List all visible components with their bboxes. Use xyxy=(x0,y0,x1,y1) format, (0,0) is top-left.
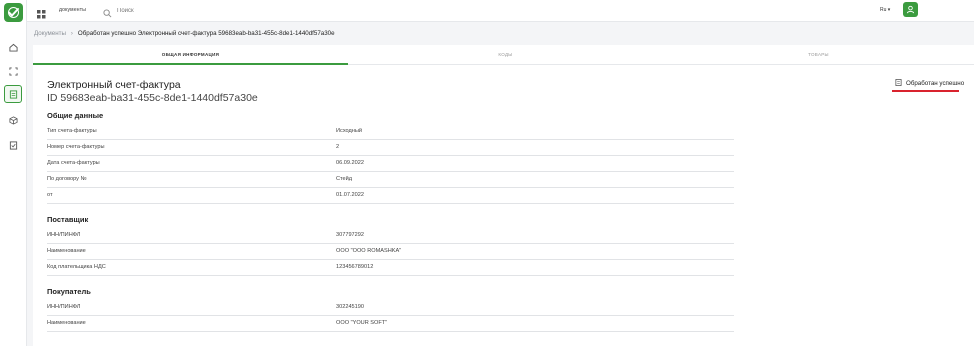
table-row: По договору № Стейд xyxy=(47,172,734,188)
tab-goods[interactable]: товары xyxy=(663,52,974,57)
document-status-icon xyxy=(895,79,902,88)
section-title-general: Общие данные xyxy=(47,111,104,120)
status-underline xyxy=(892,90,959,92)
language-selector[interactable]: Ru ▾ xyxy=(880,7,890,13)
box-icon[interactable] xyxy=(6,113,20,127)
search-icon[interactable] xyxy=(103,5,113,18)
app: документы Ru ▾ Документы › Обработан усп… xyxy=(0,0,974,346)
field-value: 302245190 xyxy=(336,304,364,310)
breadcrumb: Документы › Обработан успешно Электронны… xyxy=(34,30,335,37)
field-value: Стейд xyxy=(336,176,353,182)
table-row: Наименование ООО "ООО ROMASHKA" xyxy=(47,244,734,260)
active-tab-indicator xyxy=(33,63,348,65)
documents-nav-link[interactable]: документы xyxy=(59,7,86,13)
chevron-right-icon: › xyxy=(70,30,73,37)
logo-icon[interactable] xyxy=(4,3,23,22)
status-badge: Обработан успешно xyxy=(895,79,964,88)
field-label: По договору № xyxy=(47,176,87,182)
home-icon[interactable] xyxy=(6,40,20,54)
field-label: ИНН/ПИНФЛ xyxy=(47,232,81,238)
documents-icon[interactable] xyxy=(4,85,22,103)
document-title: Электронный счет-фактура xyxy=(47,79,181,91)
tab-bar: общая информация коды товары xyxy=(33,45,974,65)
field-value: 123456789012 xyxy=(336,264,374,270)
chevron-down-icon: ▾ xyxy=(887,7,891,13)
section-title-buyer: Покупатель xyxy=(47,287,91,296)
user-icon[interactable] xyxy=(903,2,918,17)
field-label: Наименование xyxy=(47,320,86,326)
field-label: Наименование xyxy=(47,248,86,254)
field-value: 2 xyxy=(336,144,340,150)
field-label: Номер счета-фактуры xyxy=(47,144,105,150)
field-value: 06.09.2022 xyxy=(336,160,364,166)
breadcrumb-documents-link[interactable]: Документы xyxy=(34,30,66,37)
field-value: Исходный xyxy=(336,128,363,134)
table-row: Наименование ООО "YOUR SOFT" xyxy=(47,316,734,332)
table-row: Дата счета-фактуры 06.09.2022 xyxy=(47,156,734,172)
field-label: ИНН/ПИНФЛ xyxy=(47,304,81,310)
field-label: Код плательщика НДС xyxy=(47,264,106,270)
field-value: 01.07.2022 xyxy=(336,192,364,198)
table-row: Номер счета-фактуры 2 xyxy=(47,140,734,156)
document-id: ID 59683eab-ba31-455c-8de1-1440df57a30e xyxy=(47,92,258,104)
table-row: Код плательщика НДС 123456789012 xyxy=(47,260,734,276)
tab-general-info[interactable]: общая информация xyxy=(33,52,348,57)
table-row: Тип счета-фактуры Исходный xyxy=(47,124,734,140)
status-text: Обработан успешно xyxy=(906,80,965,87)
table-row: от 01.07.2022 xyxy=(47,188,734,204)
checklist-icon[interactable] xyxy=(6,138,20,152)
top-bar: документы Ru ▾ xyxy=(27,0,974,22)
scan-icon[interactable] xyxy=(6,64,20,78)
sidebar xyxy=(0,0,27,346)
apps-grid-icon[interactable] xyxy=(37,6,46,19)
table-row: ИНН/ПИНФЛ 302245190 xyxy=(47,300,734,316)
section-title-supplier: Поставщик xyxy=(47,215,89,224)
language-label: Ru xyxy=(880,7,887,13)
field-label: от xyxy=(47,192,53,198)
field-label: Дата счета-фактуры xyxy=(47,160,100,166)
document-card: общая информация коды товары Электронный… xyxy=(33,45,974,346)
field-value: 307797292 xyxy=(336,232,364,238)
field-value: ООО "YOUR SOFT" xyxy=(336,320,388,326)
field-value: ООО "ООО ROMASHKA" xyxy=(336,248,402,254)
tab-codes[interactable]: коды xyxy=(348,52,663,57)
field-label: Тип счета-фактуры xyxy=(47,128,97,134)
breadcrumb-current: Обработан успешно Электронный счет-факту… xyxy=(77,30,335,37)
table-row: ИНН/ПИНФЛ 307797292 xyxy=(47,228,734,244)
search-input[interactable] xyxy=(117,4,317,17)
